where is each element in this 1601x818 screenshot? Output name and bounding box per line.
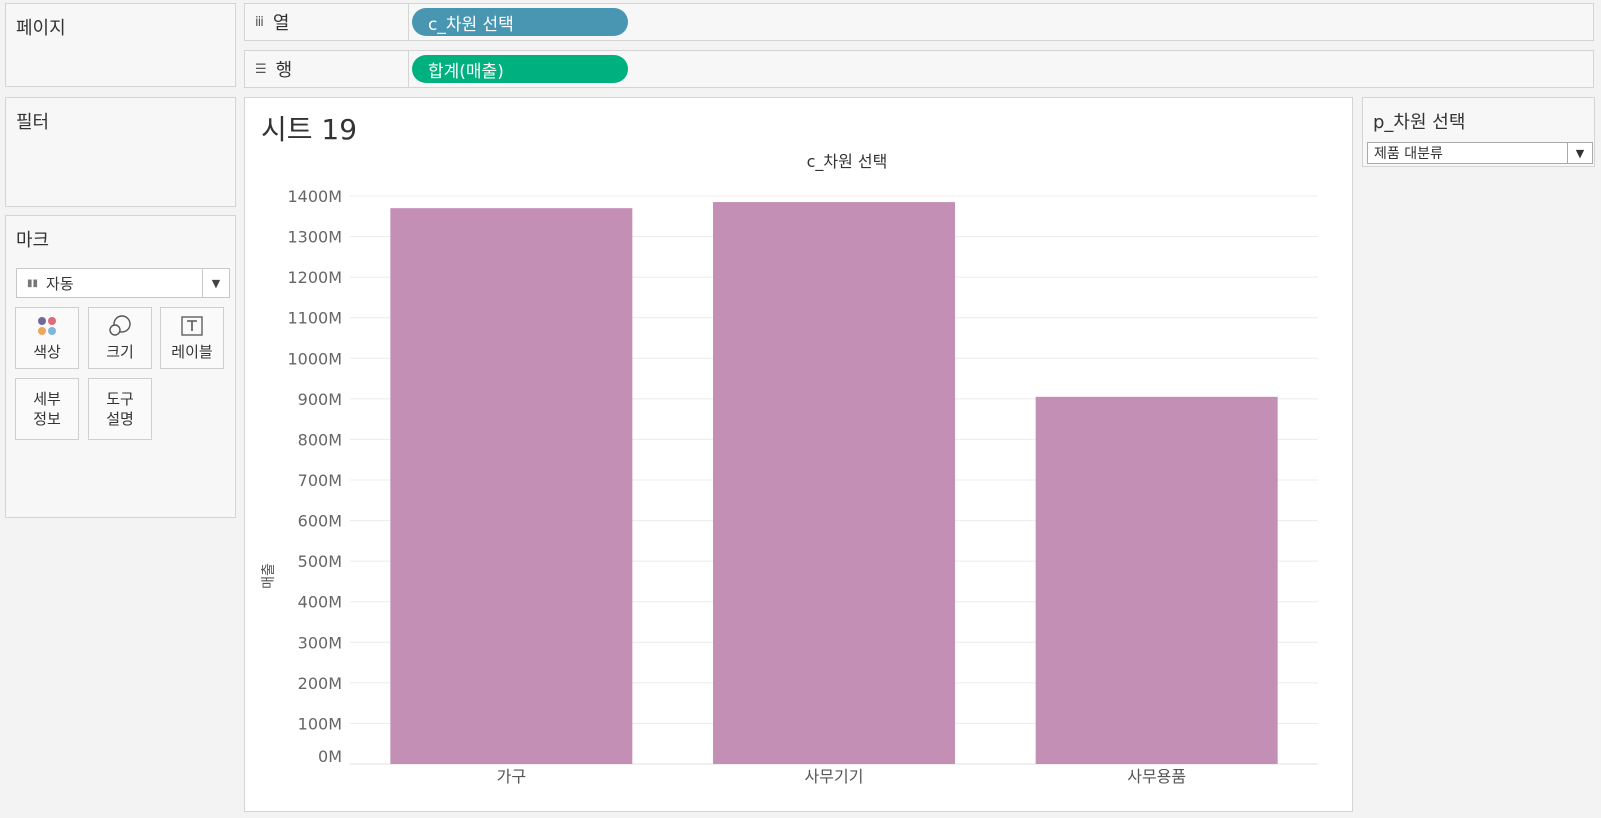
y-axis-ticks: 0M 100M 200M 300M 400M 500M 600M 700M 800M 900M 10… <box>287 187 342 766</box>
y-tick-label: 0M <box>318 747 342 766</box>
mark-type-dropdown[interactable]: ▮▮ 자동 ▼ <box>16 268 230 298</box>
columns-pill[interactable]: c_차원 선택 <box>412 8 628 36</box>
y-tick-label: 500M <box>298 552 342 571</box>
mark-type-value: 자동 <box>46 274 74 293</box>
bar-chart: c_차원 선택 매출 0M 100M 200M 300M 400M 500M 600M 700… <box>261 152 1318 786</box>
columns-icon: iii <box>255 14 264 30</box>
x-tick-label: 사무기기 <box>805 767 864 786</box>
bar-가구[interactable] <box>390 208 633 765</box>
detail-button-label: 세부 정보 <box>33 390 61 428</box>
size-button-label: 크기 <box>106 343 134 361</box>
bar-사무용품[interactable] <box>1035 396 1278 764</box>
marks-card: 마크 ▮▮ 자동 ▼ 색상 크기 레이블 세부 정보 도구 설명 <box>5 215 236 518</box>
y-tick-label: 700M <box>298 471 342 490</box>
y-tick-label: 1400M <box>287 187 342 206</box>
bars <box>390 202 1278 765</box>
size-button[interactable]: 크기 <box>88 307 152 369</box>
label-button[interactable]: 레이블 <box>160 307 224 369</box>
color-icon <box>36 314 58 338</box>
y-tick-label: 300M <box>298 633 342 652</box>
rows-icon: ☰ <box>255 61 267 77</box>
y-tick-label: 1000M <box>287 349 342 368</box>
detail-button[interactable]: 세부 정보 <box>15 378 79 440</box>
chart-title: c_차원 선택 <box>807 152 888 172</box>
filters-card-title: 필터 <box>16 112 50 133</box>
x-axis-ticks: 가구 사무기기 사무용품 <box>497 767 1187 786</box>
label-button-label: 레이블 <box>171 343 213 361</box>
pages-card: 페이지 <box>5 3 236 87</box>
y-tick-label: 1200M <box>287 268 342 287</box>
parameter-value: 제품 대분류 <box>1374 146 1443 162</box>
filters-card[interactable]: 필터 <box>5 97 236 207</box>
marks-card-title: 마크 <box>16 230 50 251</box>
rows-shelf[interactable]: ☰ 행 합계(매출) <box>244 50 1594 88</box>
y-tick-label: 900M <box>298 390 342 409</box>
y-tick-label: 600M <box>298 512 342 531</box>
y-tick-label: 200M <box>298 674 342 693</box>
bar-chart-icon: ▮▮ <box>27 277 39 289</box>
chevron-down-icon[interactable]: ▼ <box>1567 143 1592 163</box>
color-button[interactable]: 색상 <box>15 307 79 369</box>
y-tick-label: 1100M <box>287 309 342 328</box>
size-icon <box>108 314 132 338</box>
sheet-view: 시트 19 c_차원 선택 매출 0M 100M 200M 300M 400M 500M 6… <box>244 97 1353 812</box>
columns-shelf-label: iii 열 <box>245 4 409 40</box>
tooltip-button[interactable]: 도구 설명 <box>88 378 152 440</box>
x-tick-label: 가구 <box>497 767 526 786</box>
color-button-label: 색상 <box>33 343 61 361</box>
rows-label-text: 행 <box>275 60 293 81</box>
y-tick-label: 800M <box>298 430 342 449</box>
columns-label-text: 열 <box>272 13 290 34</box>
y-tick-label: 400M <box>298 593 342 612</box>
label-icon <box>181 314 203 338</box>
chevron-down-icon[interactable]: ▼ <box>202 269 229 297</box>
columns-shelf[interactable]: iii 열 c_차원 선택 <box>244 3 1594 41</box>
parameter-title: p_차원 선택 <box>1373 112 1466 133</box>
parameter-card: p_차원 선택 제품 대분류 ▼ <box>1362 97 1595 167</box>
y-axis-label: 매출 <box>261 563 277 589</box>
y-tick-label: 1300M <box>287 228 342 247</box>
rows-shelf-label: ☰ 행 <box>245 51 409 87</box>
x-tick-label: 사무용품 <box>1127 767 1186 786</box>
pages-card-title: 페이지 <box>16 18 66 39</box>
rows-pill[interactable]: 합계(매출) <box>412 55 628 83</box>
bar-사무기기[interactable] <box>713 202 955 765</box>
y-tick-label: 100M <box>298 714 342 733</box>
parameter-dropdown[interactable]: 제품 대분류 ▼ <box>1367 142 1593 164</box>
tooltip-button-label: 도구 설명 <box>106 390 134 428</box>
